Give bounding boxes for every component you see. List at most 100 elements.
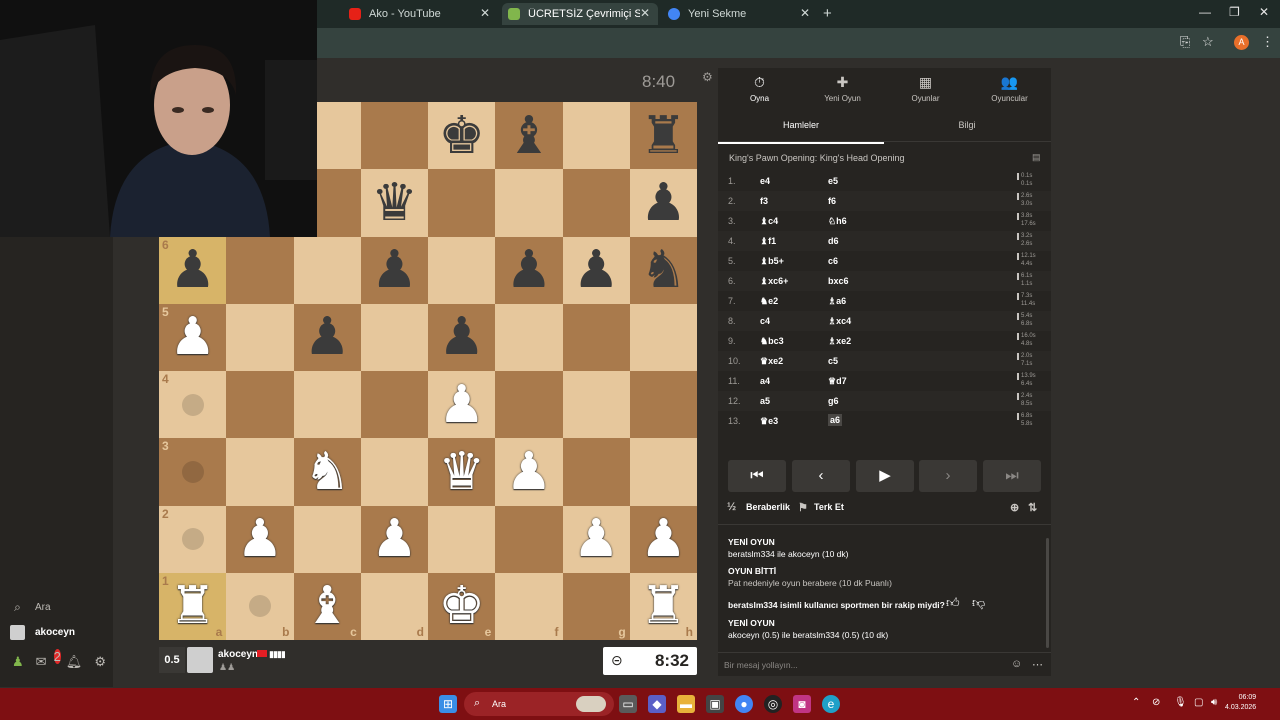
square-f2[interactable] <box>495 505 563 573</box>
black-move[interactable]: c6 <box>828 256 838 266</box>
white-move[interactable]: ♝f1 <box>760 236 776 247</box>
black-move[interactable]: f6 <box>828 196 836 206</box>
white-pawn-icon[interactable]: ♟ <box>640 513 687 565</box>
tab-play[interactable]: ⏱ Oyna <box>718 68 801 108</box>
white-bishop-icon[interactable]: ♝ <box>304 580 351 632</box>
restore-icon[interactable]: ❐ <box>1229 5 1240 19</box>
square-b2[interactable]: ♟ <box>226 505 294 573</box>
tab-new-game[interactable]: ✚ Yeni Oyun <box>801 68 884 108</box>
white-move[interactable]: ♛xe2 <box>760 356 783 367</box>
square-g6[interactable]: ♟ <box>562 236 630 304</box>
white-pawn-icon[interactable]: ♟ <box>169 311 216 363</box>
flip-board-icon[interactable]: ⇅ <box>1028 501 1037 514</box>
square-e2[interactable] <box>428 505 496 573</box>
white-queen-icon[interactable]: ♛ <box>438 446 485 498</box>
square-f7[interactable] <box>495 169 563 237</box>
resign-button[interactable]: Terk Et <box>814 502 844 512</box>
white-move[interactable]: e4 <box>760 176 770 186</box>
square-c1[interactable]: c ♝ <box>293 572 361 640</box>
legal-move-dot[interactable] <box>181 528 204 551</box>
teams-icon[interactable]: ◆ <box>648 695 666 713</box>
chrome-icon[interactable]: ● <box>735 695 753 713</box>
square-e8[interactable]: ♚ <box>428 102 496 170</box>
square-g7[interactable] <box>562 169 630 237</box>
book-icon[interactable]: ▤ <box>1032 152 1041 163</box>
square-f4[interactable] <box>495 371 563 439</box>
black-move[interactable]: bxc6 <box>828 276 849 286</box>
chevron-up-icon[interactable]: ⌃ <box>1132 697 1140 708</box>
square-a1[interactable]: 1 a ♜ <box>159 572 227 640</box>
square-f6[interactable]: ♟ <box>495 236 563 304</box>
black-pawn-icon[interactable]: ♟ <box>169 244 216 296</box>
square-b6[interactable] <box>226 236 294 304</box>
square-g2[interactable]: ♟ <box>562 505 630 573</box>
previous-move-button[interactable]: ‹ <box>792 460 850 492</box>
square-c5[interactable]: ♟ <box>293 303 361 371</box>
black-rook-icon[interactable]: ♜ <box>640 110 687 162</box>
white-knight-icon[interactable]: ♞ <box>304 446 351 498</box>
file-explorer-icon[interactable]: ▬ <box>677 695 695 713</box>
first-move-button[interactable]: ⏮ <box>728 460 786 492</box>
tab-chess[interactable]: ÜCRETSİZ Çevrimiçi Satranç Oy ✕ <box>502 3 658 25</box>
last-move-button[interactable]: ⏭ <box>983 460 1041 492</box>
install-app-icon[interactable]: ⎘ <box>1180 34 1190 50</box>
black-king-icon[interactable]: ♚ <box>438 110 485 162</box>
square-a6[interactable]: 6 ♟ <box>159 236 227 304</box>
legal-move-dot[interactable] <box>181 393 204 416</box>
square-b1[interactable]: b <box>226 572 294 640</box>
display-icon[interactable]: ▢ <box>1194 697 1203 708</box>
black-pawn-icon[interactable]: ♟ <box>573 244 620 296</box>
chat-scrollbar[interactable] <box>1046 538 1049 648</box>
black-move[interactable]: a6 <box>828 414 843 426</box>
square-d4[interactable] <box>360 371 428 439</box>
square-h4[interactable] <box>629 371 697 439</box>
tab-players[interactable]: 👥 Oyuncular <box>968 68 1051 108</box>
square-g4[interactable] <box>562 371 630 439</box>
white-pawn-icon[interactable]: ♟ <box>438 379 485 431</box>
square-f3[interactable]: ♟ <box>495 438 563 506</box>
square-h5[interactable] <box>629 303 697 371</box>
tab-games[interactable]: ▦ Oyunlar <box>884 68 967 108</box>
white-move[interactable]: ♝c4 <box>760 216 778 227</box>
legal-move-dot[interactable] <box>181 460 204 483</box>
sidebar-user[interactable]: akoceyn <box>10 625 75 640</box>
black-queen-icon[interactable]: ♛ <box>371 177 418 229</box>
square-d5[interactable] <box>360 303 428 371</box>
white-pawn-icon[interactable]: ♟ <box>237 513 284 565</box>
square-g5[interactable] <box>562 303 630 371</box>
square-c6[interactable] <box>293 236 361 304</box>
thumbs-down-icon[interactable]: 👎︎ <box>972 595 985 611</box>
square-d3[interactable] <box>360 438 428 506</box>
square-f8[interactable]: ♝ <box>495 102 563 170</box>
edge-icon[interactable]: e <box>822 695 840 713</box>
square-h6[interactable]: ♞ <box>629 236 697 304</box>
square-g8[interactable] <box>562 102 630 170</box>
square-e5[interactable]: ♟ <box>428 303 496 371</box>
system-clock[interactable]: 06:09 4.03.2026 <box>1225 693 1256 713</box>
black-move[interactable]: e5 <box>828 176 838 186</box>
volume-icon[interactable]: 🔊︎ <box>1211 697 1217 708</box>
minimize-icon[interactable]: — <box>1199 5 1211 19</box>
windows-start-icon[interactable]: ⊞ <box>439 695 457 713</box>
thumbs-up-icon[interactable]: 👍︎ <box>946 595 960 611</box>
close-window-icon[interactable]: ✕ <box>1259 5 1269 19</box>
instagram-icon[interactable]: ◙ <box>793 695 811 713</box>
black-move[interactable]: ♗a6 <box>828 296 846 307</box>
microphone-icon[interactable]: 🎙︎ <box>1174 697 1187 708</box>
square-d6[interactable]: ♟ <box>360 236 428 304</box>
square-c2[interactable] <box>293 505 361 573</box>
black-move[interactable]: ♗xe2 <box>828 336 851 347</box>
avatar[interactable] <box>187 647 213 673</box>
player-name[interactable]: akoceyn <box>218 649 258 660</box>
black-knight-icon[interactable]: ♞ <box>640 244 687 296</box>
star-icon[interactable]: ☆ <box>1202 34 1214 50</box>
white-move[interactable]: ♝xc6+ <box>760 276 788 287</box>
bell-icon[interactable]: 🔔︎ <box>66 654 83 670</box>
white-pawn-icon[interactable]: ♟ <box>573 513 620 565</box>
white-rook-icon[interactable]: ♜ <box>640 580 687 632</box>
square-e7[interactable] <box>428 169 496 237</box>
next-move-button[interactable]: › <box>919 460 977 492</box>
square-a4[interactable]: 4 <box>159 371 227 439</box>
square-b4[interactable] <box>226 371 294 439</box>
white-move[interactable]: a4 <box>760 376 770 386</box>
